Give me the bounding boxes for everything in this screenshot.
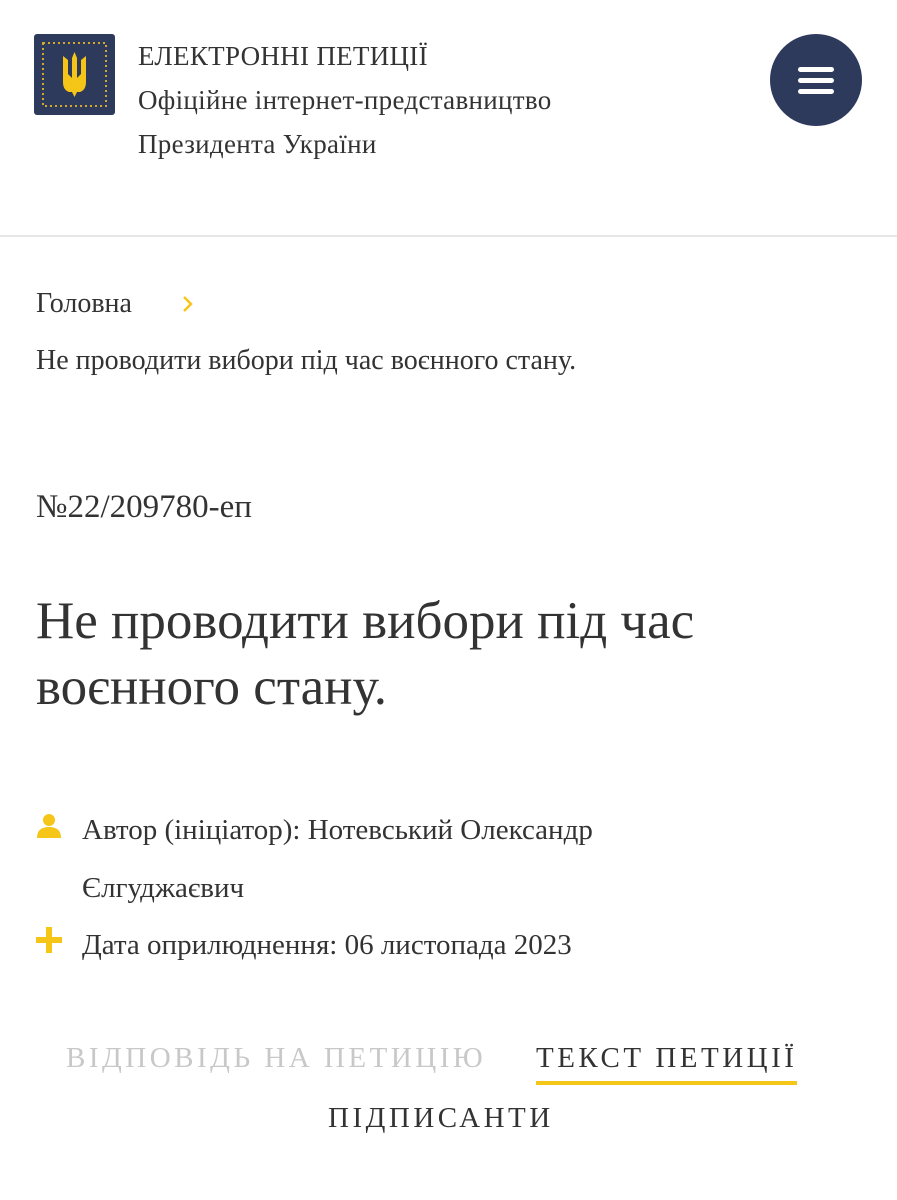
site-title-line3: Президента України <box>138 129 377 159</box>
user-icon <box>37 814 61 838</box>
breadcrumb-current: Не проводити вибори під час воєнного ста… <box>36 345 577 376</box>
date-text: Дата оприлюднення: 06 листопада 2023 <box>82 929 572 961</box>
author-line2: Єлгуджаєвич <box>82 872 245 904</box>
trident-coat-of-arms-icon[interactable] <box>34 34 115 115</box>
site-header: ЕЛЕКТРОННІ ПЕТИЦІЇ Офіційне інтернет-пре… <box>0 0 897 237</box>
plus-icon <box>36 927 62 953</box>
petition-number: №22/209780-еп <box>36 489 252 525</box>
petition-title: Не проводити вибори під час воєнного ста… <box>36 592 695 716</box>
author-line1: Автор (ініціатор): Нотевський Олександр <box>82 814 593 846</box>
site-title[interactable]: ЕЛЕКТРОННІ ПЕТИЦІЇ Офіційне інтернет-пре… <box>138 34 552 166</box>
tab-response[interactable]: ВІДПОВІДЬ НА ПЕТИЦІЮ <box>66 1042 486 1075</box>
chevron-right-icon <box>183 296 193 312</box>
breadcrumb: Головна <box>36 288 193 320</box>
hamburger-menu-icon <box>798 67 834 72</box>
tab-signers[interactable]: ПІДПИСАНТИ <box>328 1102 554 1135</box>
tab-petition-text[interactable]: ТЕКСТ ПЕТИЦІЇ <box>536 1042 798 1085</box>
menu-button[interactable] <box>770 34 862 126</box>
breadcrumb-home-link[interactable]: Головна <box>36 288 132 319</box>
site-title-line1: ЕЛЕКТРОННІ ПЕТИЦІЇ <box>138 41 428 71</box>
site-title-line2: Офіційне інтернет-представництво <box>138 85 552 115</box>
